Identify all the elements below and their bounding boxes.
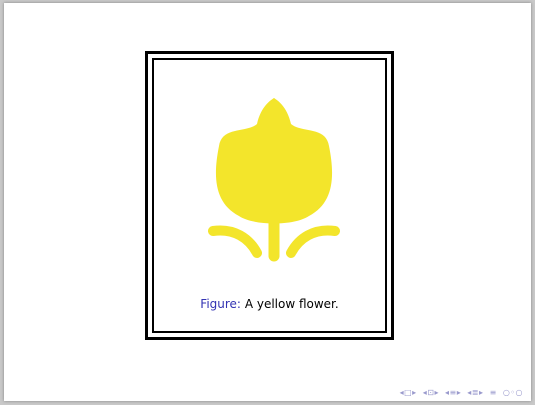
flower-leaf-left (208, 225, 262, 258)
beamer-navigation-bar: ◂□▸ ◂⊡▸ ◂≡▸ ◂≣▸ ≡ ○◦○ (397, 388, 523, 397)
nav-frame-icon[interactable]: ◂⊡▸ (423, 388, 439, 397)
nav-subsection-icon[interactable]: ◂≣▸ (467, 388, 483, 397)
nav-search-icon[interactable]: ○◦○ (503, 388, 523, 397)
slide: Figure: A yellow flower. ◂□▸ ◂⊡▸ ◂≡▸ ◂≣▸… (4, 3, 531, 401)
nav-left-slide-icon[interactable]: ◂□▸ (400, 388, 417, 397)
figure-label: Figure: (200, 297, 241, 311)
flower-icon (208, 98, 340, 262)
flower-petals (215, 98, 333, 224)
figure-frame: Figure: A yellow flower. (145, 51, 394, 340)
figure-caption-text: A yellow flower. (244, 297, 339, 311)
figure-caption: Figure: A yellow flower. (154, 297, 385, 311)
figure-frame-inner: Figure: A yellow flower. (152, 58, 387, 333)
flower-leaf-right (286, 225, 340, 258)
nav-appendix-icon[interactable]: ≡ (490, 388, 497, 397)
nav-section-icon[interactable]: ◂≡▸ (445, 388, 461, 397)
